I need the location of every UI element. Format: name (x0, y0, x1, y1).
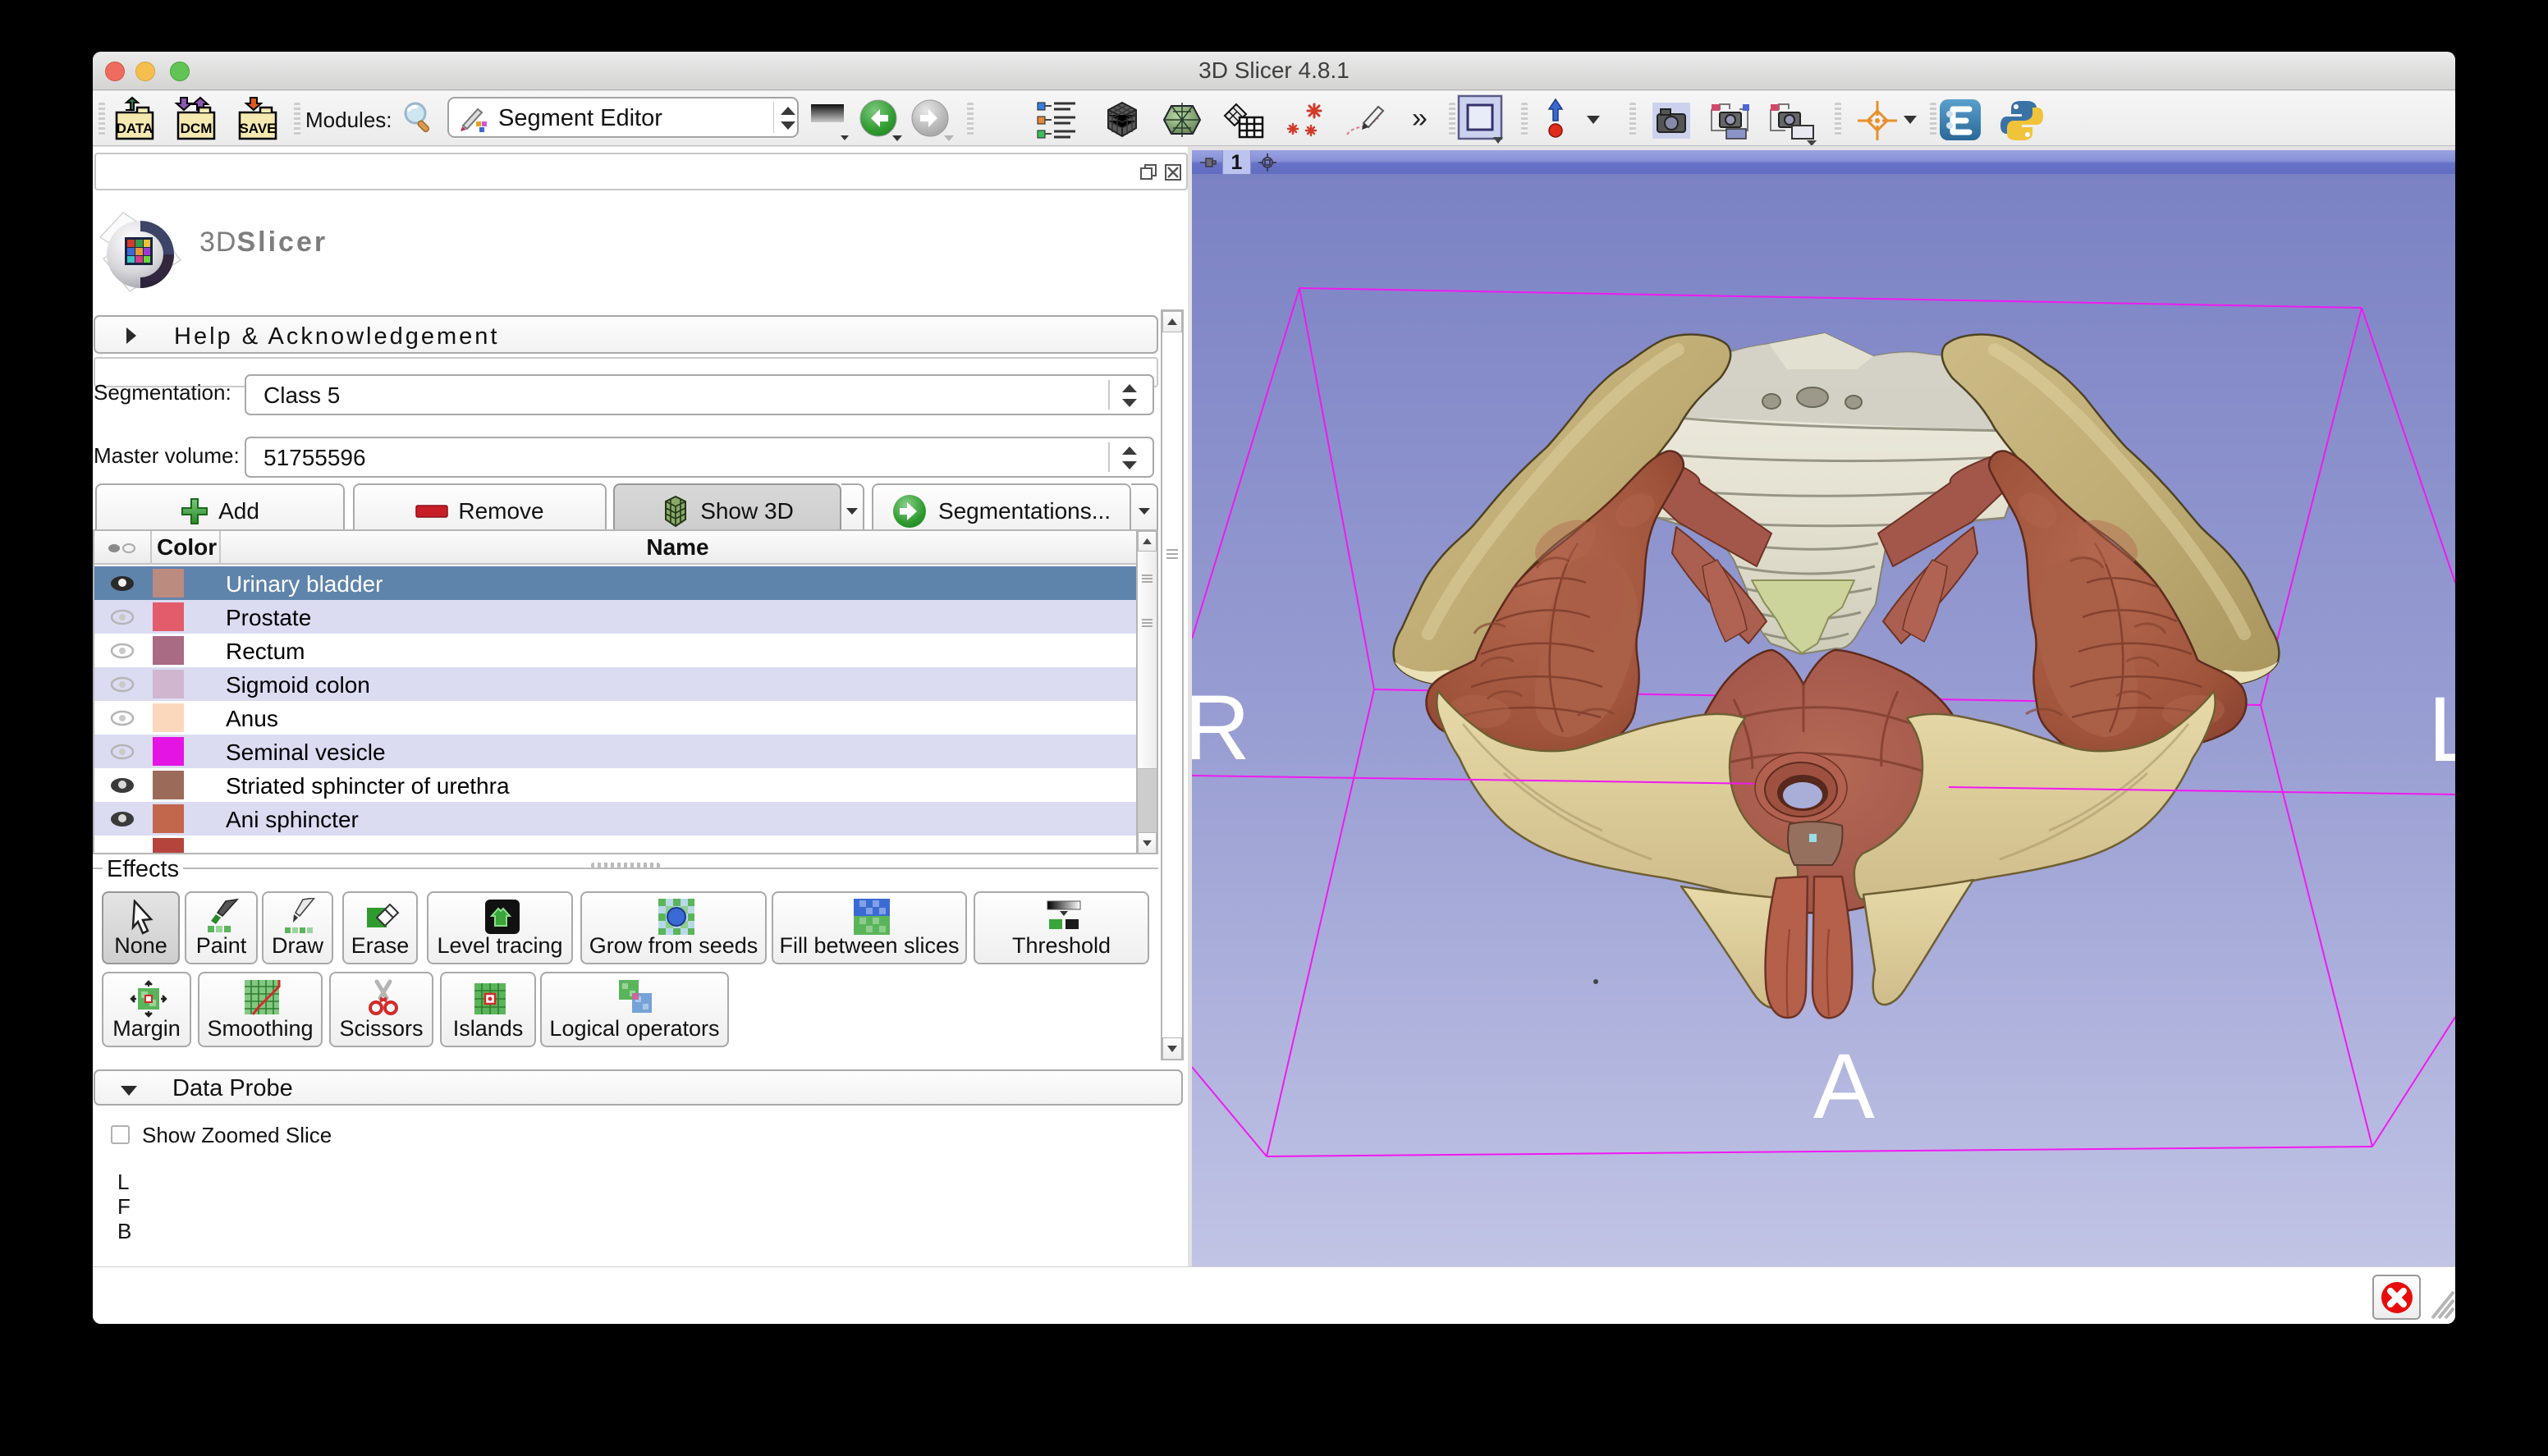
svg-text:A: A (1813, 1035, 1875, 1138)
svg-text:R: R (1192, 676, 1250, 779)
svg-text:L: L (2428, 678, 2455, 781)
